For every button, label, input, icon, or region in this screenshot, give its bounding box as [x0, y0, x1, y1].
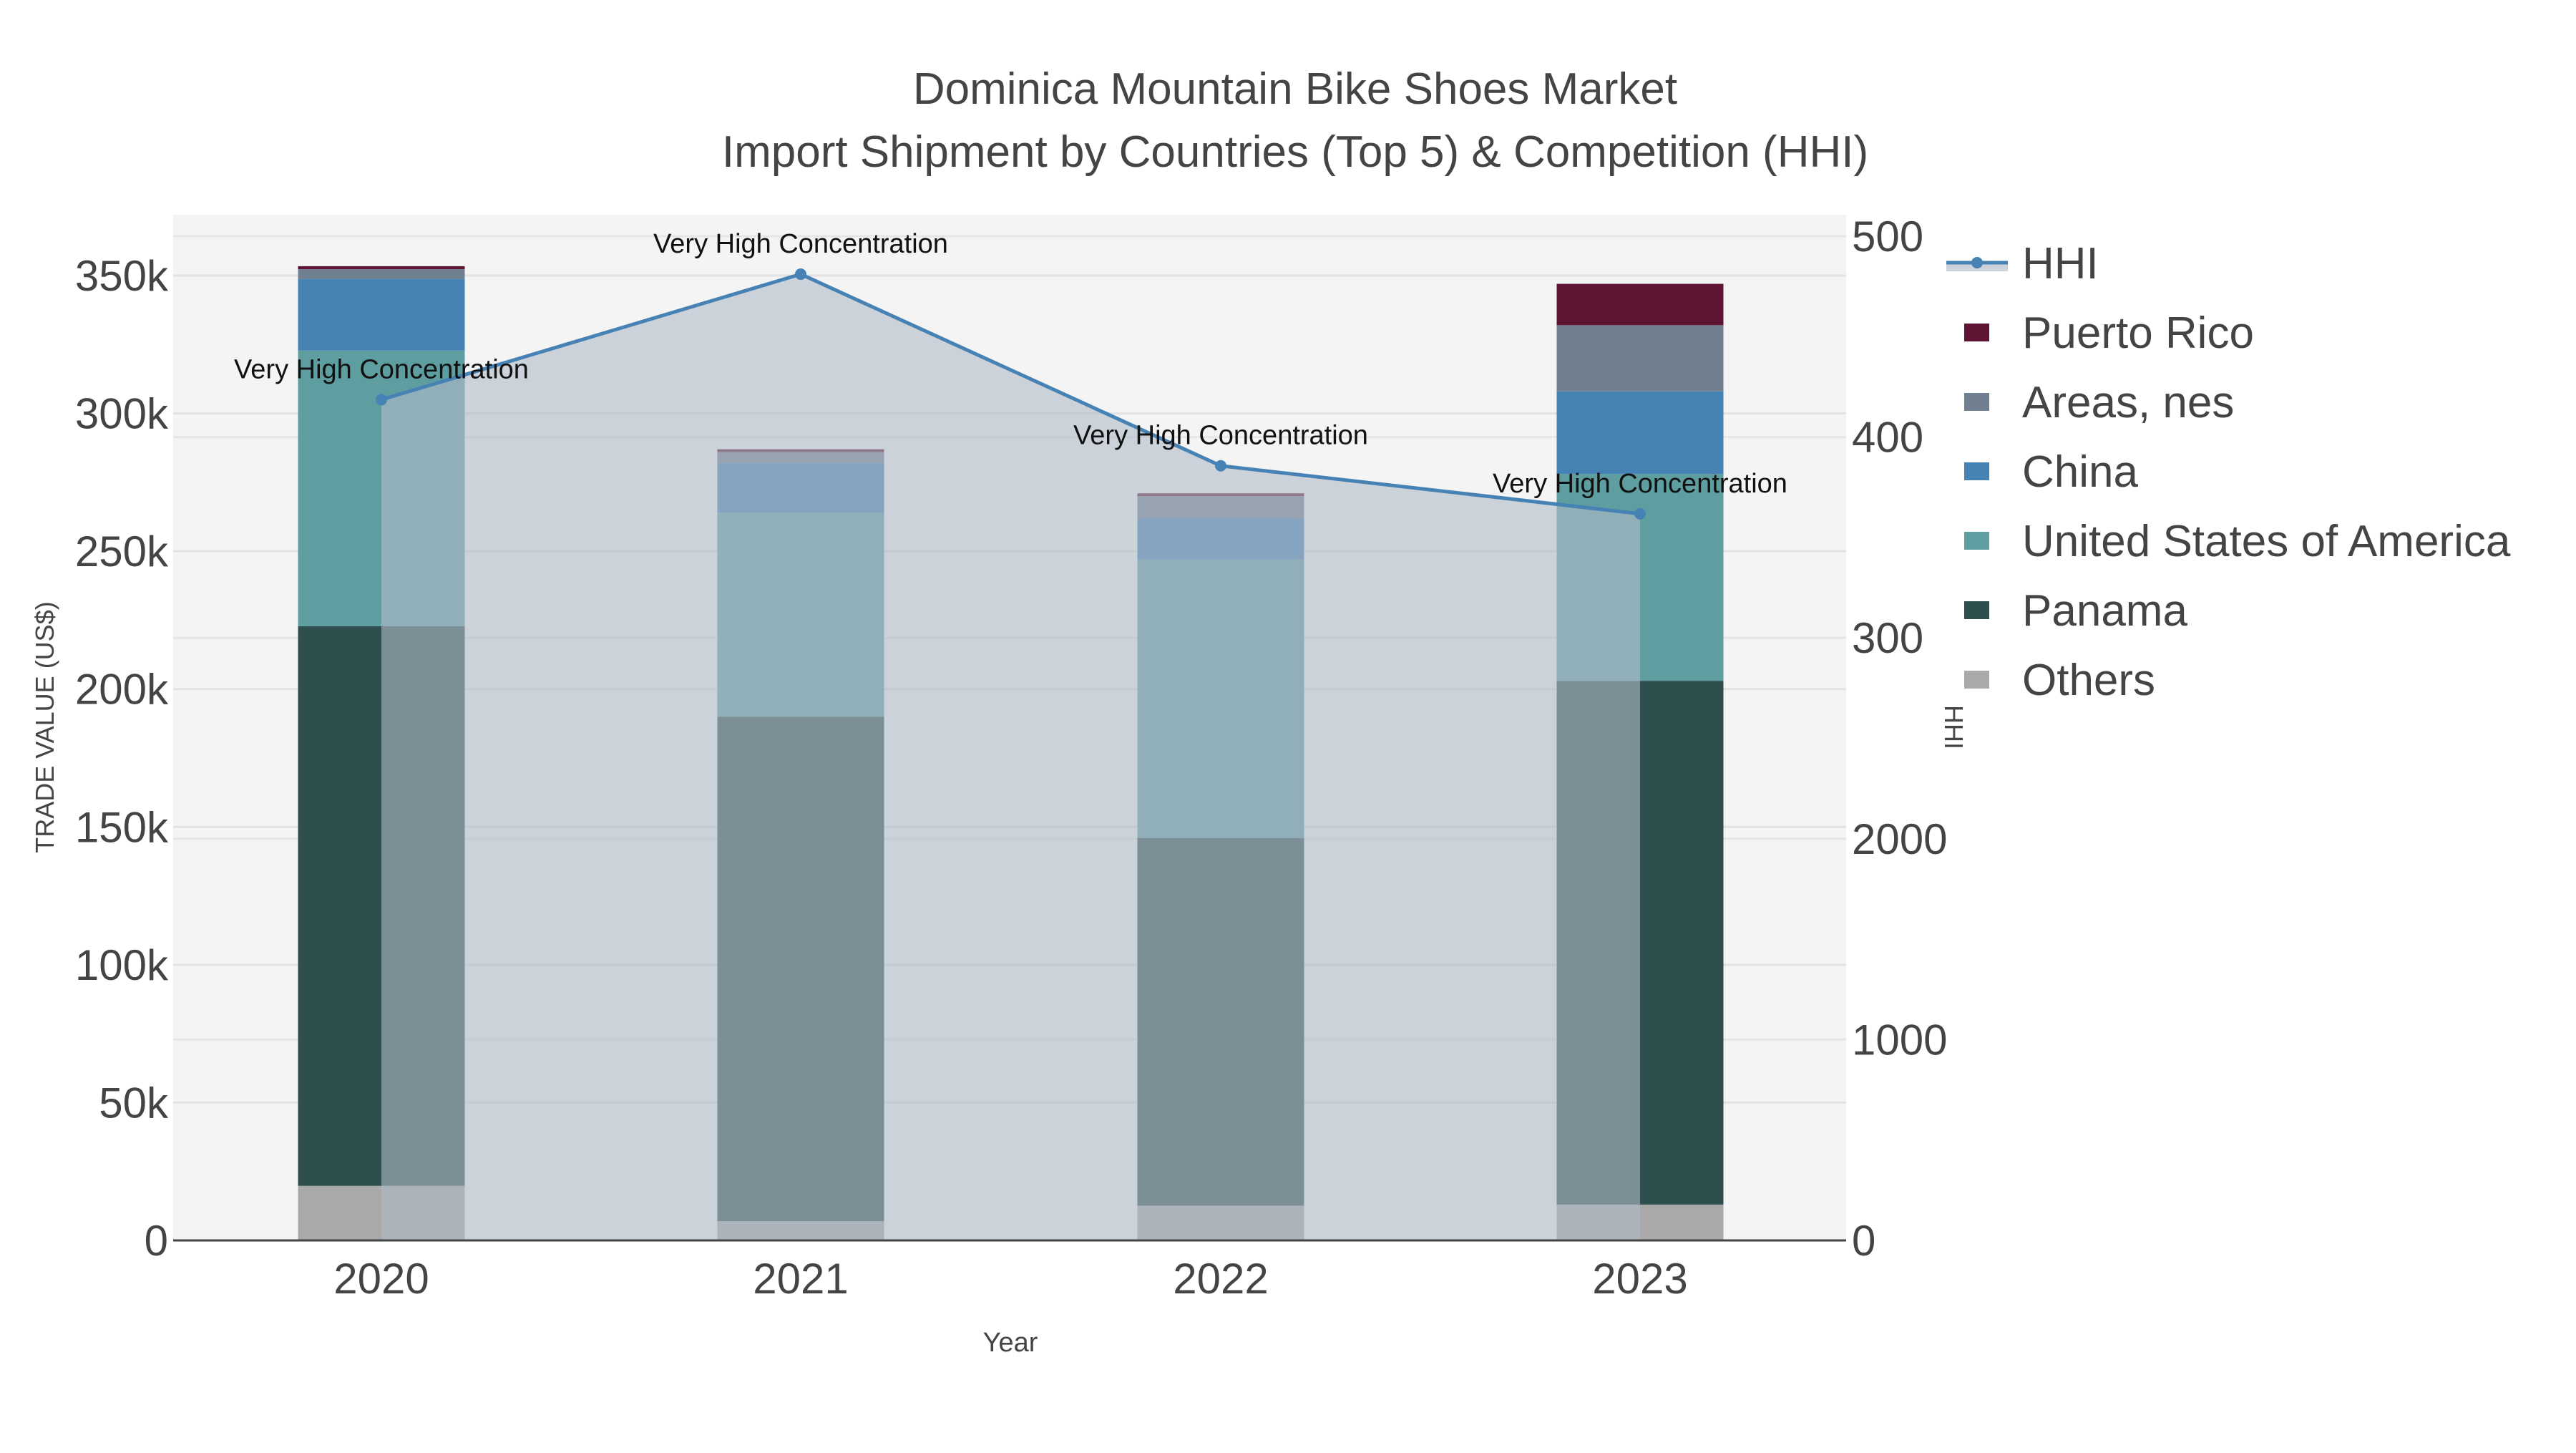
bar-areas-nes-2020 — [298, 269, 465, 279]
legend-label: Areas, nes — [2022, 378, 2234, 427]
hhi-annotation: Very High Concentration — [1073, 421, 1368, 451]
y2-tick-label: 2000 — [1852, 815, 1947, 863]
y2-tick-label: 1000 — [1852, 1016, 1947, 1064]
bar-puerto-rico-2020 — [298, 266, 465, 270]
y-tick-label: 250k — [75, 528, 169, 575]
y2-tick-label: 300 — [1852, 614, 1923, 662]
hhi-annotation: Very High Concentration — [234, 354, 529, 384]
legend-swatch — [1964, 393, 1989, 411]
y-tick-label: 0 — [145, 1217, 168, 1265]
chart-title: Dominica Mountain Bike Shoes Market — [913, 64, 1677, 114]
bar-china-2023 — [1556, 391, 1724, 475]
legend-hhi-marker-icon — [1971, 257, 1983, 268]
y-axis-title: TRADE VALUE (US$) — [30, 601, 59, 852]
legend-swatch — [1964, 532, 1989, 550]
y-tick-label: 300k — [75, 390, 169, 438]
hhi-point — [376, 394, 387, 406]
y-tick-label: 50k — [99, 1079, 169, 1127]
y2-tick-label: 400 — [1852, 414, 1923, 462]
x-tick-label: 2023 — [1592, 1255, 1687, 1303]
y-tick-label: 200k — [75, 666, 169, 714]
y-tick-label: 150k — [75, 803, 169, 851]
hhi-point — [1634, 507, 1646, 520]
chart: Dominica Mountain Bike Shoes Market Impo… — [30, 64, 2511, 1358]
legend-label: China — [2022, 447, 2139, 497]
bar-areas-nes-2023 — [1556, 325, 1724, 392]
legend-label: Panama — [2022, 586, 2187, 636]
legend-label: Others — [2022, 656, 2155, 705]
legend: HHI Puerto Rico Areas, nes China United Stat… — [1946, 239, 2511, 705]
hhi-annotation: Very High Concentration — [653, 229, 948, 259]
legend-swatch — [1964, 324, 1989, 341]
x-tick-label: 2021 — [753, 1255, 848, 1303]
x-axis-title: Year — [983, 1328, 1038, 1358]
y2-axis-title: HHI — [1939, 705, 1968, 749]
chart-subtitle: Import Shipment by Countries (Top 5) & C… — [722, 127, 1868, 177]
legend-label: United States of America — [2022, 517, 2511, 566]
legend-label: Puerto Rico — [2022, 308, 2254, 358]
legend-swatch — [1964, 601, 1989, 619]
x-tick-label: 2022 — [1173, 1255, 1268, 1303]
hhi-point — [1215, 460, 1226, 472]
legend-swatch — [1964, 462, 1989, 480]
y2-tick-label: 500 — [1852, 213, 1923, 261]
legend-label: HHI — [2022, 239, 2099, 288]
hhi-annotation: Very High Concentration — [1493, 469, 1787, 499]
y2-tick-label: 0 — [1852, 1217, 1875, 1265]
legend-swatch — [1964, 671, 1989, 689]
y-tick-label: 100k — [75, 941, 169, 989]
x-tick-label: 2020 — [333, 1255, 429, 1303]
y-tick-label: 350k — [75, 252, 169, 300]
bar-puerto-rico-2023 — [1556, 283, 1724, 326]
bar-china-2020 — [298, 278, 465, 351]
hhi-point — [795, 268, 806, 281]
